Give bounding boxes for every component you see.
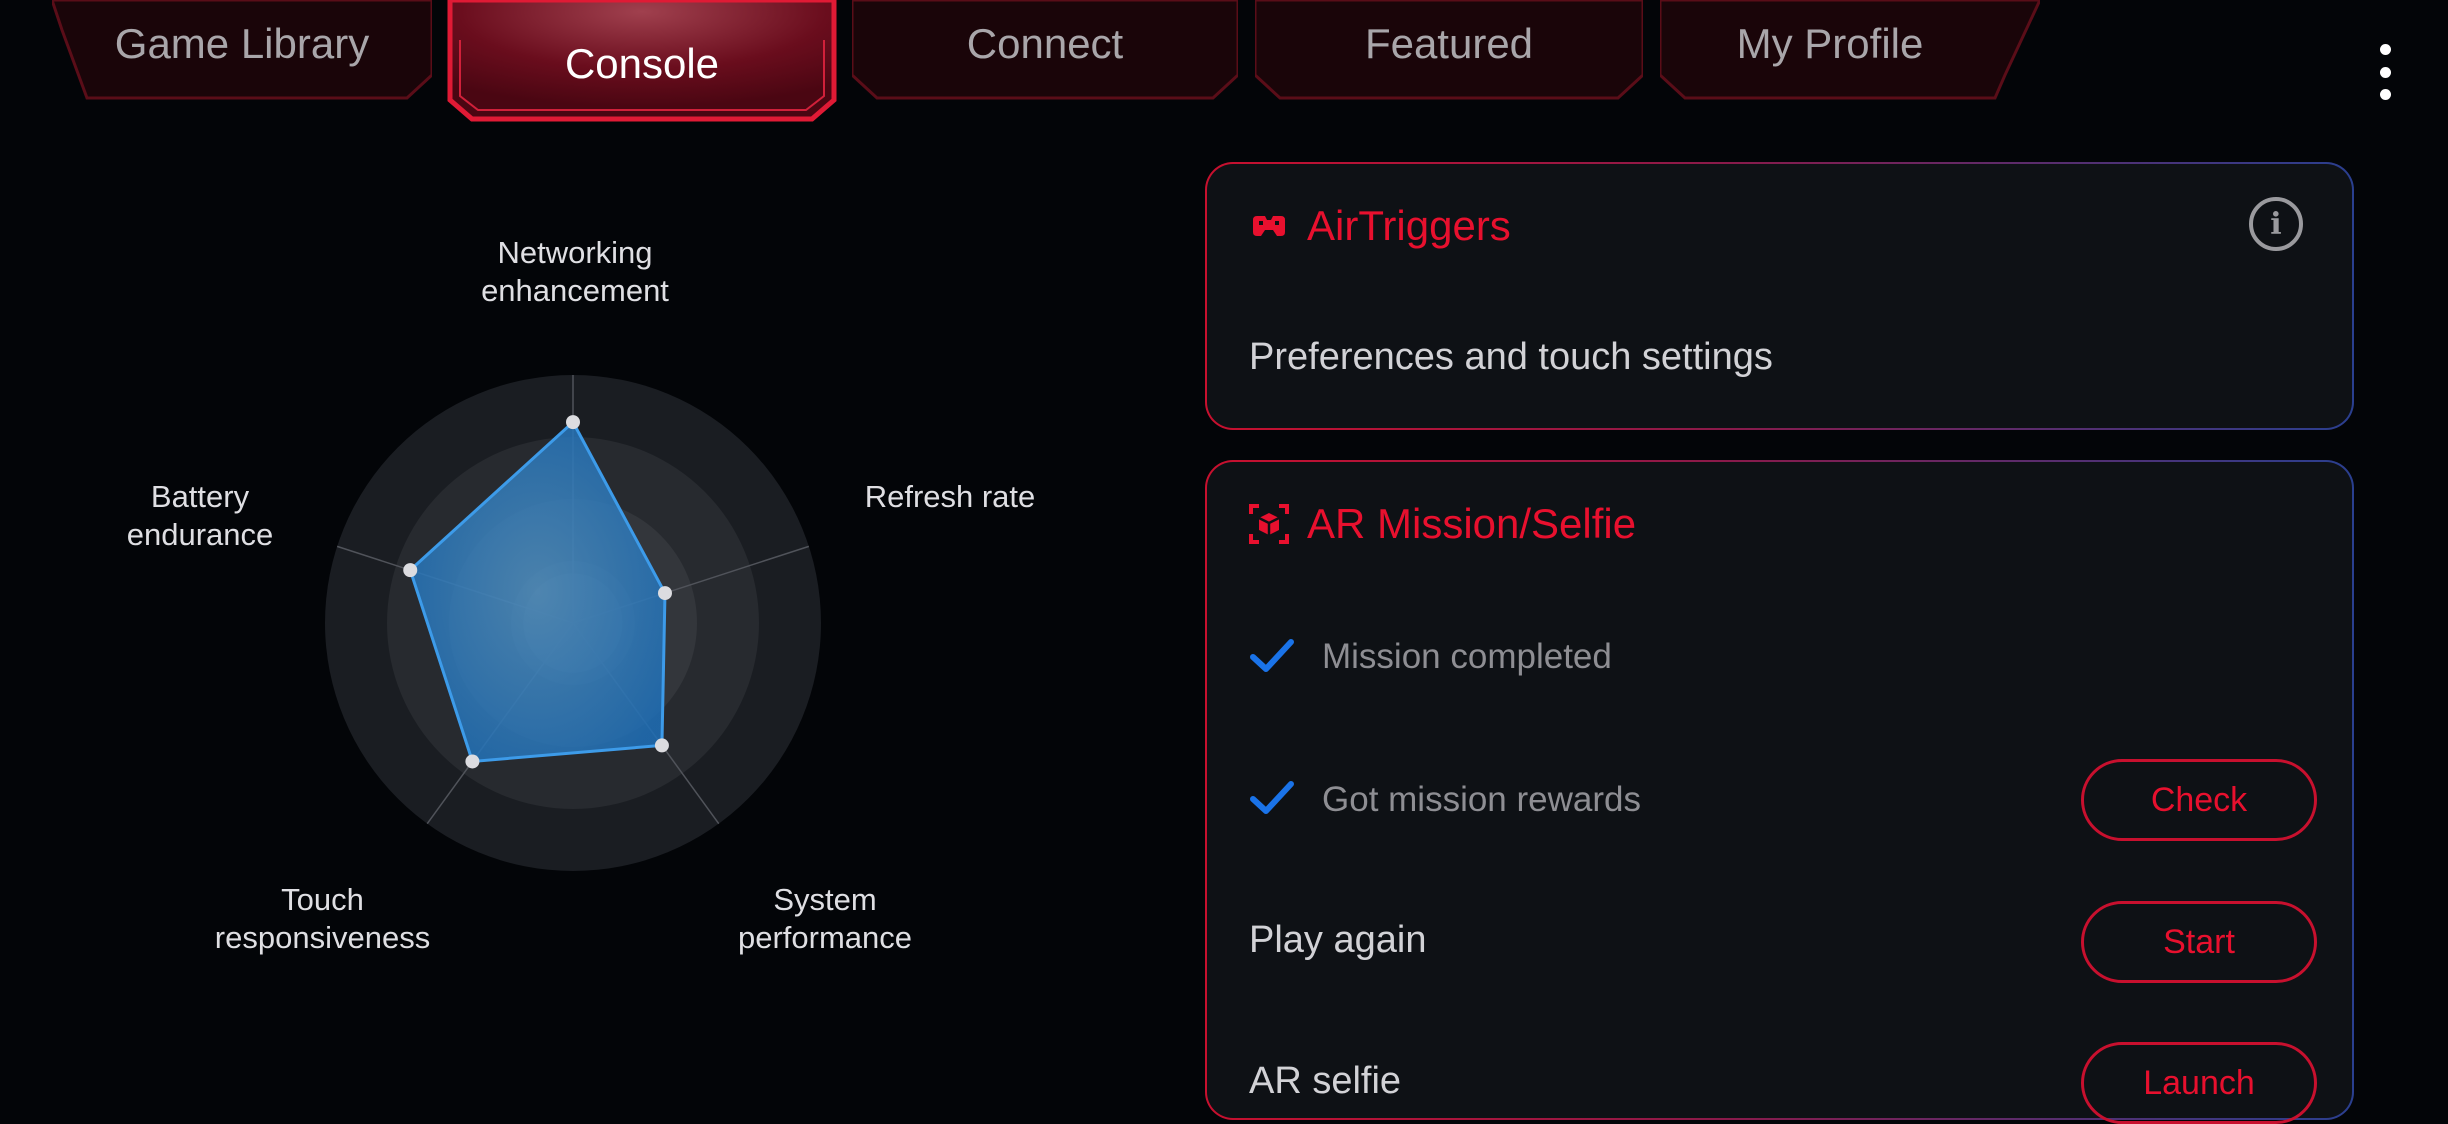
- radar-data-point: [403, 563, 418, 578]
- radar-data-point: [657, 586, 672, 601]
- more-dot: [2379, 44, 2391, 55]
- tab-label: Connect: [966, 20, 1124, 67]
- ar-mission-title: AR Mission/Selfie: [1249, 500, 1636, 548]
- axis-label-battery-endurance: Battery endurance: [126, 479, 274, 552]
- ar-selfie-text: AR selfie: [1249, 1060, 1402, 1102]
- launch-button[interactable]: Launch: [2081, 1042, 2317, 1124]
- airtriggers-title: AirTriggers: [1249, 202, 1511, 250]
- axis-label-system-performance: System performance: [737, 882, 913, 955]
- tab-featured[interactable]: Featured: [1255, 0, 1643, 100]
- airtriggers-title-text: AirTriggers: [1307, 202, 1511, 249]
- more-dot: [2379, 89, 2391, 100]
- mission-rewards-text: Got mission rewards: [1322, 780, 1641, 819]
- radar-data-point: [566, 415, 580, 430]
- airtriggers-card[interactable]: AirTriggers i Preferences and touch sett…: [1205, 162, 2354, 430]
- airtriggers-icon: [1253, 216, 1285, 236]
- tab-connect[interactable]: Connect: [852, 0, 1238, 100]
- tab-label: My Profile: [1736, 20, 1924, 67]
- axis-label-networking: Networking enhancement: [481, 235, 669, 308]
- tab-label: Game Library: [114, 20, 370, 67]
- performance-radar: Networking enhancement Refresh rate Syst…: [0, 130, 1150, 1080]
- tab-label: Console: [564, 40, 720, 87]
- check-icon: [1250, 781, 1294, 814]
- ar-mission-icon: [1249, 504, 1289, 544]
- airtriggers-subtitle: Preferences and touch settings: [1249, 336, 1773, 378]
- check-button[interactable]: Check: [2081, 759, 2317, 841]
- ar-mission-card: AR Mission/Selfie Mission completed Got …: [1205, 460, 2354, 1124]
- tab-my-profile[interactable]: My Profile: [1660, 0, 2040, 100]
- more-dot: [2379, 66, 2391, 78]
- info-icon[interactable]: i: [2249, 197, 2303, 251]
- tab-game-library[interactable]: Game Library: [52, 0, 432, 100]
- tab-bar: Game Library Console Connect Featured My…: [0, 0, 2448, 130]
- mission-completed-text: Mission completed: [1322, 637, 1612, 676]
- info-glyph: i: [2270, 206, 2282, 242]
- radar-data-point: [465, 754, 480, 769]
- axis-label-refresh-rate: Refresh rate: [864, 479, 1036, 514]
- axis-label-touch-responsiveness: Touch responsiveness: [214, 882, 431, 955]
- tab-console[interactable]: Console: [446, 0, 838, 122]
- start-button[interactable]: Start: [2081, 901, 2317, 983]
- more-vertical-icon[interactable]: [2370, 44, 2400, 100]
- ar-mission-title-text: AR Mission/Selfie: [1307, 500, 1637, 547]
- tab-label: Featured: [1364, 20, 1534, 67]
- check-icon: [1250, 639, 1294, 672]
- radar-data-point: [654, 738, 669, 753]
- play-again-text: Play again: [1249, 919, 1427, 961]
